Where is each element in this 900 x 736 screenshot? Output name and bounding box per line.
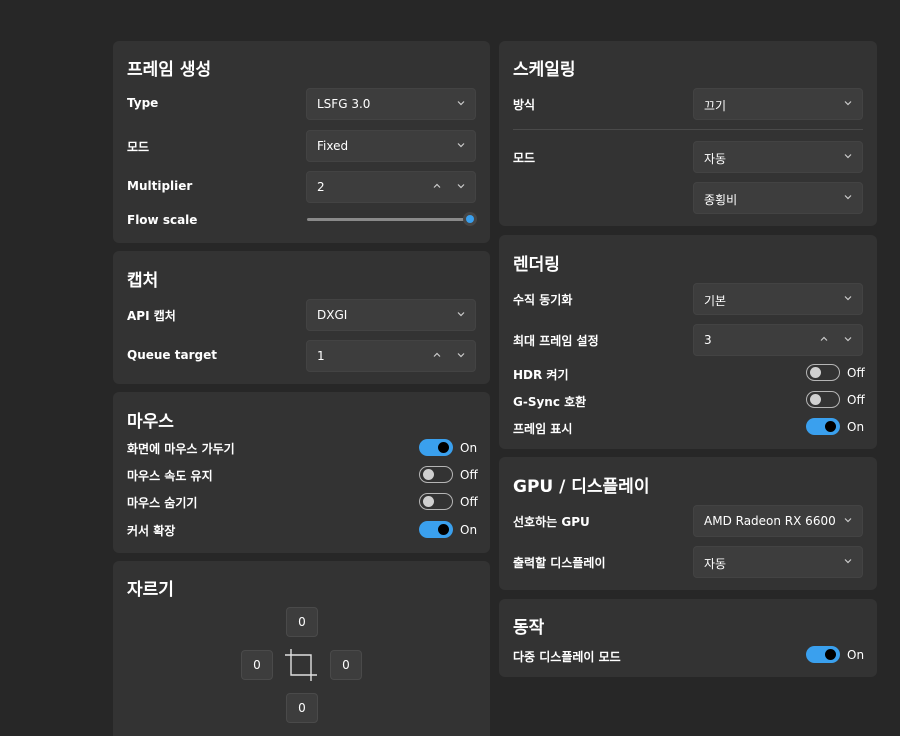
scaling-mode-label: 모드 (513, 151, 536, 165)
gpu-display-card: GPU / 디스플레이 선호하는 GPU AMD Radeon RX 6600 … (499, 457, 877, 590)
output-display-label: 출력할 디스플레이 (513, 556, 606, 570)
mode-dropdown[interactable]: Fixed (306, 130, 476, 162)
queue-target-label: Queue target (127, 348, 217, 362)
hdr-label: HDR 켜기 (513, 368, 569, 382)
vsync-dropdown[interactable]: 기본 (693, 283, 863, 315)
gpu-display-title: GPU / 디스플레이 (513, 477, 650, 497)
multi-display-label: 다중 디스플레이 모드 (513, 650, 621, 664)
chevron-down-icon (457, 143, 465, 148)
scaling-card: 스케일링 방식 끄기 모드 자동 종횡비 (499, 41, 877, 226)
capture-card: 캡처 API 캡처 DXGI Queue target 1 (113, 251, 490, 384)
chevron-down-icon[interactable] (842, 333, 854, 345)
toggle-state: On (460, 523, 478, 537)
rendering-title: 렌더링 (513, 255, 560, 275)
chevron-down-icon (457, 101, 465, 106)
toggle-state: Off (847, 393, 865, 407)
mouse-option-label: 커서 확장 (127, 524, 176, 538)
cursor-expand-toggle[interactable] (419, 521, 453, 538)
behavior-title: 동작 (513, 618, 545, 638)
flow-scale-slider[interactable] (307, 218, 470, 221)
chevron-down-icon (844, 101, 852, 106)
mode-dropdown-value: Fixed (317, 139, 349, 153)
gsync-label: G-Sync 호환 (513, 395, 587, 409)
preferred-gpu-dropdown[interactable]: AMD Radeon RX 6600 XT (693, 505, 863, 537)
hdr-toggle[interactable] (806, 364, 840, 381)
scaling-divider (513, 129, 863, 130)
crop-top-input[interactable]: 0 (286, 607, 318, 637)
frame-generation-card: 프레임 생성 Type LSFG 3.0 모드 Fixed Multiplier… (113, 41, 490, 243)
toggle-state: Off (460, 468, 478, 482)
max-frame-label: 최대 프레임 설정 (513, 334, 599, 348)
crop-left-input[interactable]: 0 (241, 650, 273, 680)
max-frame-stepper[interactable]: 3 (693, 324, 863, 356)
queue-target-stepper[interactable]: 1 (306, 340, 476, 372)
multiplier-label: Multiplier (127, 179, 193, 193)
flow-scale-label: Flow scale (127, 213, 198, 227)
multi-display-toggle[interactable] (806, 646, 840, 663)
multiplier-stepper[interactable]: 2 (306, 171, 476, 203)
api-capture-dropdown[interactable]: DXGI (306, 299, 476, 331)
queue-target-value: 1 (317, 349, 325, 363)
toggle-state: Off (460, 495, 478, 509)
aspect-ratio-value: 종횡비 (704, 193, 738, 207)
multiplier-value: 2 (317, 180, 325, 194)
frame-generation-title: 프레임 생성 (127, 60, 212, 80)
preferred-gpu-label: 선호하는 GPU (513, 515, 590, 529)
chevron-down-icon[interactable] (455, 180, 467, 192)
api-capture-label: API 캡처 (127, 309, 176, 323)
chevron-down-icon (844, 296, 852, 301)
mode-label: 모드 (127, 140, 150, 154)
mouse-option-label: 마우스 속도 유지 (127, 469, 213, 483)
keep-mouse-speed-toggle[interactable] (419, 466, 453, 483)
chevron-down-icon (844, 559, 852, 564)
output-display-dropdown[interactable]: 자동 (693, 546, 863, 578)
scaling-method-label: 방식 (513, 98, 536, 112)
toggle-state: On (460, 441, 478, 455)
chevron-down-icon[interactable] (455, 349, 467, 361)
scaling-method-value: 끄기 (704, 99, 727, 113)
rendering-card: 렌더링 수직 동기화 기본 최대 프레임 설정 3 HDR 켜기 Off G-S… (499, 235, 877, 449)
toggle-state: On (847, 420, 865, 434)
gsync-toggle[interactable] (806, 391, 840, 408)
mouse-card: 마우스 화면에 마우스 가두기 On 마우스 속도 유지 Off 마우스 숨기기… (113, 392, 490, 553)
max-frame-value: 3 (704, 333, 712, 347)
chevron-up-icon[interactable] (431, 180, 443, 192)
crop-title: 자르기 (127, 580, 174, 600)
scaling-method-dropdown[interactable]: 끄기 (693, 88, 863, 120)
crop-right-input[interactable]: 0 (330, 650, 362, 680)
toggle-state: Off (847, 366, 865, 380)
frame-display-toggle[interactable] (806, 418, 840, 435)
preferred-gpu-value: AMD Radeon RX 6600 XT (704, 514, 838, 528)
hide-mouse-toggle[interactable] (419, 493, 453, 510)
crop-icon (285, 649, 317, 681)
mouse-option-label: 화면에 마우스 가두기 (127, 442, 235, 456)
type-label: Type (127, 96, 159, 110)
chevron-down-icon (844, 518, 852, 523)
chevron-up-icon[interactable] (818, 333, 830, 345)
vsync-label: 수직 동기화 (513, 293, 573, 307)
scaling-mode-dropdown[interactable]: 자동 (693, 141, 863, 173)
aspect-ratio-dropdown[interactable]: 종횡비 (693, 182, 863, 214)
confine-mouse-toggle[interactable] (419, 439, 453, 456)
api-capture-value: DXGI (317, 308, 348, 322)
crop-card: 자르기 0 0 0 0 (113, 561, 490, 736)
scaling-title: 스케일링 (513, 60, 576, 80)
vsync-value: 기본 (704, 294, 727, 308)
capture-title: 캡처 (127, 271, 159, 291)
behavior-card: 동작 다중 디스플레이 모드 On (499, 599, 877, 677)
chevron-up-icon[interactable] (431, 349, 443, 361)
mouse-title: 마우스 (127, 412, 174, 432)
output-display-value: 자동 (704, 557, 727, 571)
flow-scale-slider-thumb[interactable] (463, 212, 477, 226)
type-dropdown-value: LSFG 3.0 (317, 97, 371, 111)
chevron-down-icon (844, 154, 852, 159)
toggle-state: On (847, 648, 865, 662)
mouse-option-label: 마우스 숨기기 (127, 496, 198, 510)
crop-bottom-input[interactable]: 0 (286, 693, 318, 723)
type-dropdown[interactable]: LSFG 3.0 (306, 88, 476, 120)
scaling-mode-value: 자동 (704, 152, 727, 166)
chevron-down-icon (457, 312, 465, 317)
frame-display-label: 프레임 표시 (513, 422, 573, 436)
chevron-down-icon (844, 195, 852, 200)
